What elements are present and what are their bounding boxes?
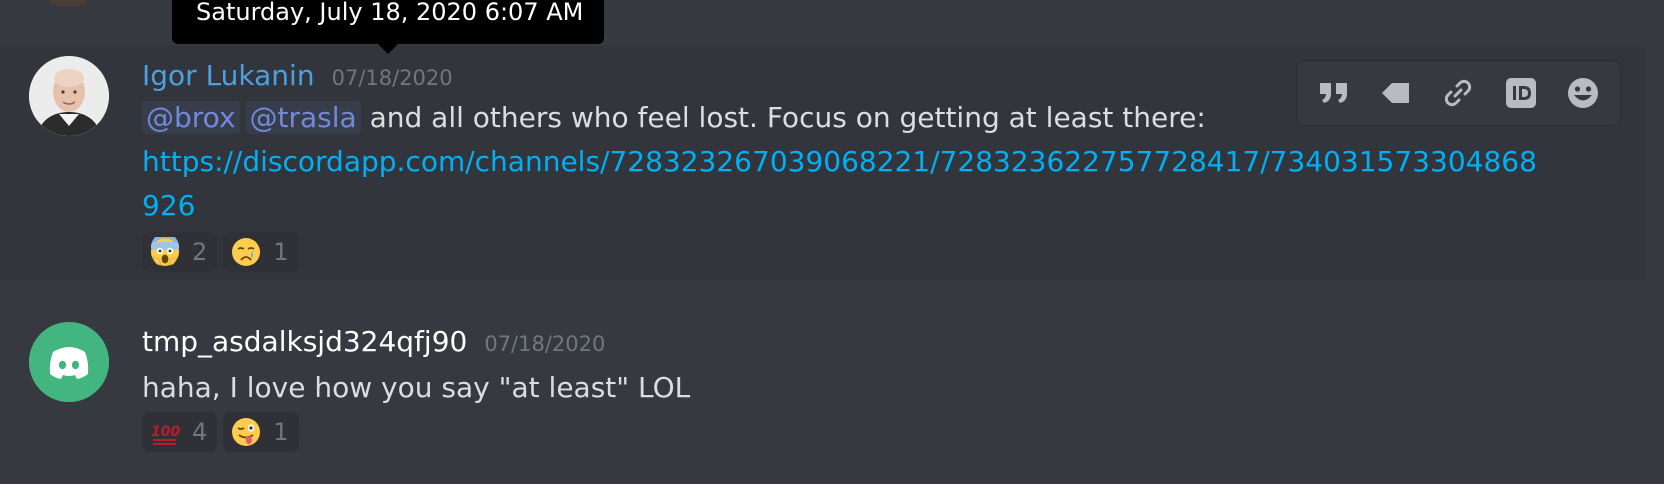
message-igor-lukanin[interactable]: Igor Lukanin 07/18/2020 @brox @trasla and… xyxy=(0,46,1645,280)
message-header: tmp_asdalksjd324qfj90 07/18/2020 xyxy=(142,322,605,362)
tooltip-arrow xyxy=(378,44,398,54)
message-action-toolbar xyxy=(1296,60,1621,126)
previous-message-avatar xyxy=(46,0,90,6)
scream-emoji-icon xyxy=(151,237,179,266)
quote-button[interactable] xyxy=(1312,71,1356,115)
reactions: 100 4 1 xyxy=(142,412,299,452)
pin-icon xyxy=(1382,83,1410,103)
reaction-count: 1 xyxy=(273,238,289,266)
discord-logo-icon xyxy=(29,322,109,402)
winking-tongue-emoji-icon xyxy=(232,418,261,446)
message-text: haha, I love how you say "at least" LOL xyxy=(142,371,691,404)
message-link[interactable]: https://discordapp.com/channels/72832326… xyxy=(142,140,1552,228)
avatar[interactable] xyxy=(29,322,109,402)
username[interactable]: Igor Lukanin xyxy=(142,56,315,96)
link-icon xyxy=(1445,79,1472,107)
cry-emoji-icon xyxy=(232,238,261,266)
tooltip-text: Saturday, July 18, 2020 6:07 AM xyxy=(196,0,584,26)
reaction-count: 2 xyxy=(192,238,208,266)
add-reaction-button[interactable] xyxy=(1561,71,1605,115)
reactions: 2 1 xyxy=(142,232,299,272)
message-header: Igor Lukanin 07/18/2020 xyxy=(142,56,453,96)
reaction-winking-tongue[interactable]: 1 xyxy=(223,412,299,452)
avatar[interactable] xyxy=(29,56,109,136)
svg-text:100: 100 xyxy=(151,424,180,440)
reaction-scream[interactable]: 2 xyxy=(142,232,218,272)
id-icon xyxy=(1505,78,1536,108)
timestamp[interactable]: 07/18/2020 xyxy=(484,332,605,356)
timestamp-tooltip: Saturday, July 18, 2020 6:07 AM xyxy=(172,0,604,44)
username[interactable]: tmp_asdalksjd324qfj90 xyxy=(142,322,467,362)
quote-icon xyxy=(1320,83,1348,103)
reaction-count: 4 xyxy=(192,418,208,446)
mention-trasla[interactable]: @trasla xyxy=(245,101,361,134)
copy-link-button[interactable] xyxy=(1436,71,1480,115)
timestamp[interactable]: 07/18/2020 xyxy=(332,66,453,90)
message-content: haha, I love how you say "at least" LOL xyxy=(142,366,1552,410)
reaction-cry[interactable]: 1 xyxy=(223,232,299,272)
100-emoji-icon: 100 xyxy=(151,424,180,445)
reaction-count: 1 xyxy=(273,418,289,446)
message-tmp-user[interactable]: tmp_asdalksjd324qfj90 07/18/2020 haha, I… xyxy=(0,306,1645,484)
reaction-100[interactable]: 100 4 xyxy=(142,412,218,452)
copy-id-button[interactable] xyxy=(1499,71,1543,115)
add-reaction-icon xyxy=(1567,78,1598,108)
chat-view: Igor Lukanin 07/18/2020 @brox @trasla and… xyxy=(0,0,1664,484)
message-text: and all others who feel lost. Focus on g… xyxy=(360,101,1206,134)
mention-brox[interactable]: @brox xyxy=(142,101,240,134)
pin-button[interactable] xyxy=(1374,71,1418,115)
user-portrait-icon xyxy=(29,56,109,136)
